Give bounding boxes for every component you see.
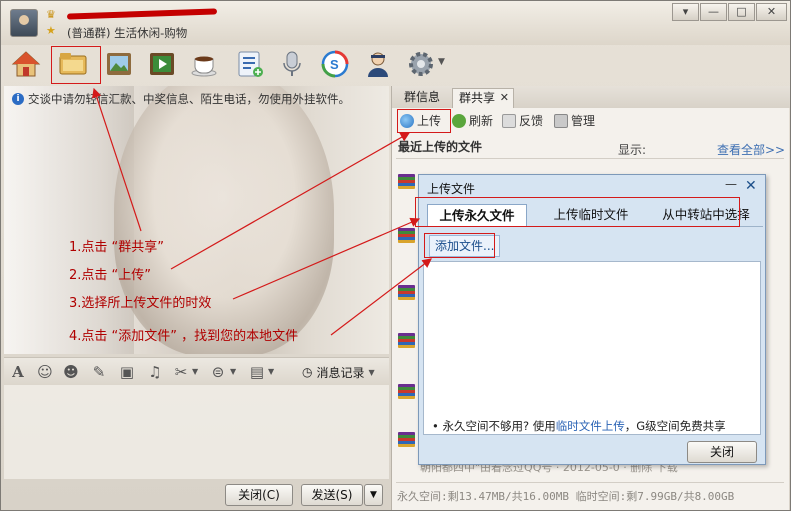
home-icon[interactable] bbox=[9, 47, 43, 81]
background-photo-face bbox=[114, 86, 334, 354]
annotation-step-1: 1.点击 “群共享” bbox=[69, 240, 165, 255]
group-name-redacted bbox=[66, 7, 218, 21]
divider bbox=[396, 482, 784, 483]
payment-icon[interactable]: ⊜ bbox=[209, 363, 227, 381]
scissors-dropdown-icon[interactable]: ▼ bbox=[192, 367, 198, 376]
send-button[interactable]: 发送(S) bbox=[301, 484, 363, 506]
file-icon bbox=[398, 384, 415, 399]
notes-icon[interactable] bbox=[233, 47, 267, 81]
star-icon: ★ bbox=[46, 24, 56, 37]
magic-face-icon[interactable]: ☻ bbox=[62, 363, 80, 381]
view-all-link[interactable]: 查看全部>> bbox=[717, 141, 785, 158]
svg-text:S: S bbox=[330, 57, 339, 72]
share-toolbar: 上传 刷新 反馈 管理 bbox=[392, 109, 790, 133]
display-label: 显示: bbox=[618, 143, 647, 157]
person-icon[interactable] bbox=[361, 47, 395, 81]
screen-dropdown-icon[interactable]: ▼ bbox=[268, 367, 274, 376]
tab-group-info[interactable]: 群信息 bbox=[398, 88, 446, 108]
upload-file-list[interactable]: • 永久空间不够用? 使用临时文件上传，G级空间免费共享 bbox=[423, 261, 761, 435]
manage-button[interactable]: 管理 bbox=[554, 112, 595, 130]
manage-label: 管理 bbox=[571, 114, 596, 128]
message-input[interactable] bbox=[4, 385, 389, 479]
feedback-label: 反馈 bbox=[519, 114, 544, 128]
sync-icon[interactable]: S bbox=[318, 47, 352, 81]
bottom-bar: 关闭(C) 发送(S) ▼ bbox=[1, 479, 390, 510]
status-icon[interactable]: ♛ bbox=[46, 9, 60, 21]
annotation-step-4: 4.点击 “添加文件” ，找到您的本地文件 bbox=[69, 329, 299, 344]
font-icon[interactable]: A bbox=[9, 363, 27, 381]
dialog-minimize-button[interactable]: — bbox=[725, 177, 737, 191]
close-window-button[interactable]: ✕ bbox=[756, 3, 787, 21]
space-tip: • 永久空间不够用? 使用临时文件上传，G级空间免费共享 bbox=[432, 418, 726, 434]
dialog-close-button[interactable]: 关闭 bbox=[687, 441, 757, 463]
maximize-button[interactable]: □ bbox=[728, 3, 755, 21]
video-icon[interactable] bbox=[145, 47, 179, 81]
main-toolbar: S ▼ bbox=[1, 45, 790, 85]
input-toolbar: A ☺ ☻ ✎ ▣ ♫ ✂ ▼ ⊜ ▼ ▤ ▼ ◷ 消息记录 ▼ bbox=[4, 357, 389, 385]
message-history-label: 消息记录 bbox=[316, 365, 365, 380]
annotation-box-group-share bbox=[51, 46, 101, 84]
feedback-button[interactable]: 反馈 bbox=[502, 112, 543, 130]
security-notice-text: 交谈中请勿轻信汇款、中奖信息、陌生电话，勿使用外挂软件。 bbox=[28, 92, 350, 106]
music-icon[interactable]: ♫ bbox=[146, 363, 164, 381]
info-icon: i bbox=[12, 93, 24, 105]
history-clock-icon: ◷ bbox=[302, 365, 313, 379]
security-notice: i 交谈中请勿轻信汇款、中奖信息、陌生电话，勿使用外挂软件。 bbox=[12, 91, 387, 107]
manage-icon bbox=[554, 114, 568, 128]
title-bar: ♛ ★ (普通群) 生活休闲-购物 ▾ — □ ✕ bbox=[1, 1, 790, 45]
send-options-button[interactable]: ▼ bbox=[364, 484, 383, 506]
chat-history-pane: i 交谈中请勿轻信汇款、中奖信息、陌生电话，勿使用外挂软件。 bbox=[4, 86, 389, 354]
emoji-icon[interactable]: ☺ bbox=[36, 363, 54, 381]
message-history-button[interactable]: ◷ 消息记录 ▼ bbox=[296, 361, 381, 383]
mic-icon[interactable] bbox=[275, 47, 309, 81]
dialog-title: 上传文件 bbox=[427, 182, 476, 196]
chat-window: ♛ ★ (普通群) 生活休闲-购物 ▾ — □ ✕ S ▼ i 交谈中请勿轻信汇… bbox=[0, 0, 791, 511]
temp-upload-link[interactable]: 临时文件上传 bbox=[556, 419, 625, 433]
file-icon bbox=[398, 432, 415, 447]
gear-icon[interactable] bbox=[404, 47, 438, 81]
coffee-icon[interactable] bbox=[188, 47, 222, 81]
tip-suffix: ，G级空间免费共享 bbox=[624, 419, 726, 433]
annotation-step-3: 3.选择所上传文件的时效 bbox=[69, 296, 212, 311]
image-icon[interactable]: ▣ bbox=[118, 363, 136, 381]
minimize-button[interactable]: — bbox=[700, 3, 727, 21]
screenshot-scissors-icon[interactable]: ✂ bbox=[172, 363, 190, 381]
photo-icon[interactable] bbox=[102, 47, 136, 81]
gear-dropdown-arrow-icon[interactable]: ▼ bbox=[438, 57, 445, 67]
annotation-box-upload bbox=[397, 109, 451, 133]
annotation-step-2: 2.点击 “上传” bbox=[69, 268, 152, 283]
dialog-close-icon[interactable]: ✕ bbox=[745, 178, 757, 194]
tab-close-icon[interactable]: ✕ bbox=[500, 89, 509, 107]
history-dropdown-icon: ▼ bbox=[368, 367, 375, 377]
recent-files-title: 最近上传的文件 bbox=[398, 140, 483, 154]
file-icon bbox=[398, 285, 415, 300]
edit-icon[interactable]: ✎ bbox=[90, 363, 108, 381]
annotation-box-tabs bbox=[415, 197, 740, 227]
refresh-icon bbox=[452, 114, 466, 128]
close-button[interactable]: 关闭(C) bbox=[225, 484, 293, 506]
side-tabs: 群信息 群共享 ✕ bbox=[392, 86, 790, 108]
group-avatar[interactable] bbox=[10, 9, 38, 37]
group-type-label: (普通群) 生活休闲-购物 bbox=[67, 26, 188, 40]
payment-dropdown-icon[interactable]: ▼ bbox=[230, 367, 236, 376]
tab-group-share[interactable]: 群共享 ✕ bbox=[452, 88, 514, 108]
tip-prefix: • 永久空间不够用? 使用 bbox=[432, 419, 556, 433]
window-menu-button[interactable]: ▾ bbox=[672, 3, 699, 21]
refresh-label: 刷新 bbox=[469, 114, 494, 128]
tab-group-share-label: 群共享 bbox=[459, 91, 496, 105]
file-icon bbox=[398, 333, 415, 348]
screen-share-icon[interactable]: ▤ bbox=[248, 363, 266, 381]
file-icon bbox=[398, 174, 415, 189]
divider bbox=[396, 158, 784, 159]
annotation-box-add-file bbox=[424, 233, 495, 258]
refresh-button[interactable]: 刷新 bbox=[452, 112, 493, 130]
feedback-icon bbox=[502, 114, 516, 128]
file-icon bbox=[398, 228, 415, 243]
space-usage-info: 永久空间:剩13.47MB/共16.00MB 临时空间:剩7.99GB/共8.0… bbox=[397, 490, 735, 503]
